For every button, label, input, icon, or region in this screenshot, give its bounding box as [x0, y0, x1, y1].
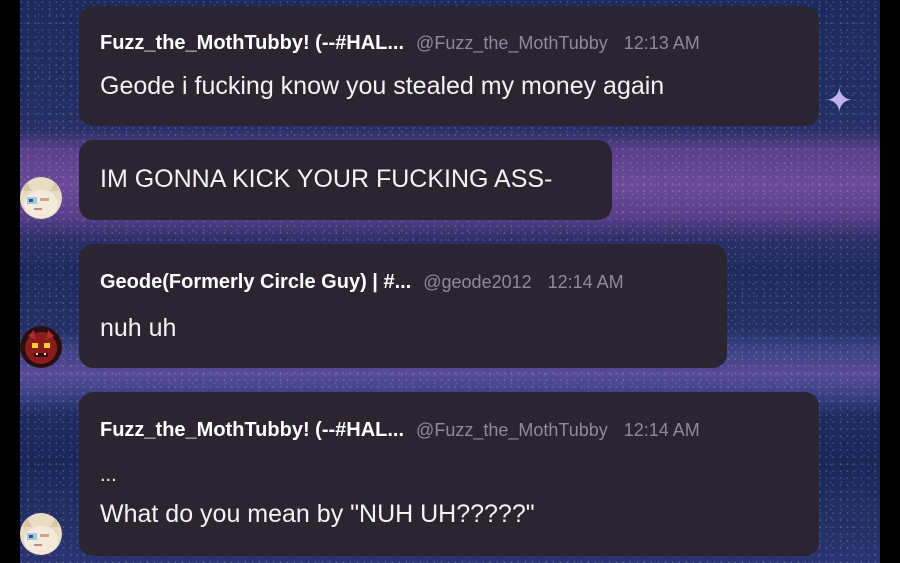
user-handle: @geode2012	[423, 272, 532, 292]
message-header: Geode(Formerly Circle Guy) | #... @geode…	[100, 271, 624, 294]
chat-background: ✦ Fuzz_the_MothTubby! (--#HAL... @Fuzz_t…	[20, 0, 880, 563]
message-bubble[interactable]: Fuzz_the_MothTubby! (--#HAL... @Fuzz_the…	[79, 6, 819, 126]
message-text: nuh uh	[100, 314, 177, 342]
avatar-geode[interactable]	[20, 326, 62, 368]
username[interactable]: Fuzz_the_MothTubby! (--#HAL...	[100, 32, 404, 55]
timestamp: 12:14 AM	[623, 420, 700, 440]
message-header: Fuzz_the_MothTubby! (--#HAL... @Fuzz_the…	[100, 32, 700, 55]
username[interactable]: Fuzz_the_MothTubby! (--#HAL...	[100, 419, 404, 442]
user-handle: @Fuzz_the_MothTubby	[416, 420, 608, 440]
message-bubble[interactable]: Geode(Formerly Circle Guy) | #... @geode…	[79, 244, 727, 368]
message-text: Geode i fucking know you stealed my mone…	[100, 72, 665, 100]
avatar-cat[interactable]	[20, 177, 62, 219]
sparkle-icon: ✦	[825, 81, 854, 121]
message-text: IM GONNA KICK YOUR FUCKING ASS-	[100, 165, 553, 193]
message-bubble[interactable]: IM GONNA KICK YOUR FUCKING ASS-	[79, 140, 612, 220]
timestamp: 12:14 AM	[547, 272, 624, 292]
message-header: Fuzz_the_MothTubby! (--#HAL... @Fuzz_the…	[100, 419, 700, 442]
message-text: What do you mean by "NUH UH?????"	[100, 500, 535, 528]
message-bubble[interactable]: Fuzz_the_MothTubby! (--#HAL... @Fuzz_the…	[79, 392, 819, 556]
message-text: ...	[100, 464, 117, 486]
user-handle: @Fuzz_the_MothTubby	[416, 33, 608, 53]
timestamp: 12:13 AM	[623, 33, 700, 53]
avatar-cat[interactable]	[20, 513, 62, 555]
username[interactable]: Geode(Formerly Circle Guy) | #...	[100, 271, 411, 294]
